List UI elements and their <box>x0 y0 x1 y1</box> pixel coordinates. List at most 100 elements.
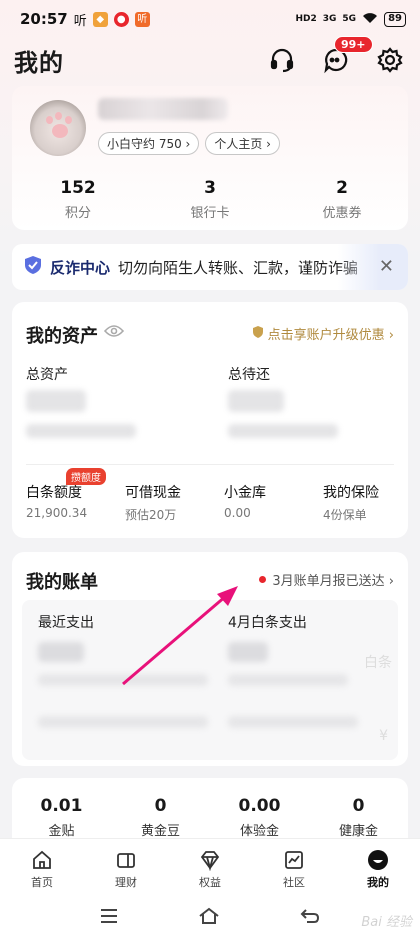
tab-wealth[interactable]: 理财 <box>84 839 168 896</box>
assets-title: 我的资产 <box>26 326 98 347</box>
reward-health-gold[interactable]: 0 健康金 <box>309 796 408 839</box>
asset-value: 21,900.34 <box>26 506 88 520</box>
stat-label: 积分 <box>64 206 91 221</box>
april-amount-blurred <box>228 642 268 662</box>
close-icon[interactable]: ✕ <box>379 256 394 277</box>
reward-subsidy[interactable]: 0.01 金贴 <box>12 796 111 839</box>
asset-item-insurance[interactable]: 我的保险 4份保单 <box>309 482 408 523</box>
asset-name: 小金库 <box>224 485 266 501</box>
rewards-card: 0.01 金贴 0 黄金豆 0.00 体验金 0 健康金 <box>12 778 408 842</box>
reward-label: 金贴 <box>48 824 75 839</box>
asset-item-vault[interactable]: 小金库 0.00 <box>210 482 309 523</box>
boost-credit-tag: 攒额度 <box>66 468 106 485</box>
chart-icon <box>285 851 303 869</box>
due-detail-blurred <box>228 424 338 438</box>
stat-bank-cards[interactable]: 3 银行卡 <box>144 178 276 221</box>
fraud-title: 反诈中心 <box>50 258 111 277</box>
menu-icon[interactable] <box>99 908 119 928</box>
fraud-text: 切勿向陌生人转账、汇款，谨防诈骗 <box>118 258 359 277</box>
monthly-report-notice[interactable]: 3月账单月报已送达 › <box>259 570 394 589</box>
wallet-icon <box>117 853 135 868</box>
stat-label: 银行卡 <box>190 206 230 221</box>
tab-label: 我的 <box>367 876 389 889</box>
tab-benefits[interactable]: 权益 <box>168 839 252 896</box>
asset-item-cash-loan[interactable]: 可借现金 预估20万 <box>111 482 210 523</box>
signal-3g-icon: 3G <box>322 14 337 24</box>
back-icon[interactable] <box>299 907 321 929</box>
gear-icon[interactable] <box>374 44 406 76</box>
bill-row-blurred <box>38 716 208 728</box>
bills-detail-panel[interactable]: 最近支出 4月白条支出 白条 ¥ <box>22 600 398 760</box>
recent-spending-label: 最近支出 <box>38 615 94 631</box>
notice-text: 3月账单月报已送达 › <box>272 574 394 589</box>
stat-label: 优惠券 <box>322 206 362 221</box>
tab-mine[interactable]: 我的 <box>336 839 420 896</box>
watermark: Bai 经验 <box>361 915 412 930</box>
headset-icon[interactable] <box>266 44 298 76</box>
divider <box>26 464 394 465</box>
stat-value: 2 <box>336 178 348 198</box>
tab-label: 权益 <box>199 876 221 889</box>
reward-value: 0.01 <box>40 796 83 816</box>
baitiao-side-text: 白条 <box>364 655 392 671</box>
assets-detail-blurred <box>26 424 136 438</box>
reward-value: 0 <box>352 796 365 816</box>
stat-value: 3 <box>204 178 216 198</box>
bills-title: 我的账单 <box>26 572 98 593</box>
message-notification-icon: ● <box>113 11 129 27</box>
crown-shield-icon <box>252 325 264 343</box>
shield-icon <box>24 255 42 279</box>
stat-value: 152 <box>60 178 96 198</box>
yen-side-icon: ¥ <box>379 728 388 744</box>
stat-points[interactable]: 152 积分 <box>12 178 144 221</box>
recent-amount-blurred <box>38 642 84 662</box>
mini-app-label: 听 <box>73 13 87 29</box>
page-header: 我的 99+ <box>0 36 420 82</box>
tab-home[interactable]: 首页 <box>0 839 84 896</box>
home-nav-icon[interactable] <box>198 907 220 929</box>
battery-indicator: 89 <box>384 11 406 27</box>
message-icon[interactable]: 99+ <box>320 36 373 76</box>
asset-value: 4份保单 <box>323 508 367 522</box>
wifi-icon <box>362 12 378 27</box>
assets-card: 我的资产 点击享账户升级优惠 › 总资产 总待还 攒额度 白条额度 21,900… <box>12 302 408 538</box>
total-assets-blurred <box>26 390 86 412</box>
app-notification-icon-2: 听 <box>134 11 150 27</box>
home-icon <box>33 850 51 869</box>
reward-gold-beans[interactable]: 0 黄金豆 <box>111 796 210 839</box>
asset-name: 白条额度 <box>26 485 82 501</box>
april-spending-label: 4月白条支出 <box>228 615 307 631</box>
tab-community[interactable]: 社区 <box>252 839 336 896</box>
app-notification-icon: ◆ <box>92 11 108 27</box>
asset-value: 预估20万 <box>125 508 177 522</box>
upgrade-text: 点击享账户升级优惠 › <box>267 328 394 343</box>
bills-card: 我的账单 3月账单月报已送达 › 最近支出 4月白条支出 白条 ¥ <box>12 552 408 766</box>
anti-fraud-banner[interactable]: 反诈中心 切勿向陌生人转账、汇款，谨防诈骗 ✕ <box>12 244 408 290</box>
reward-label: 体验金 <box>239 824 279 839</box>
asset-item-baitiao[interactable]: 攒额度 白条额度 21,900.34 <box>12 468 111 523</box>
reward-value: 0.00 <box>238 796 281 816</box>
total-assets-label: 总资产 <box>26 367 68 383</box>
eye-icon[interactable] <box>103 323 125 342</box>
banner-decoration <box>338 244 408 290</box>
system-nav-bar <box>0 896 420 940</box>
stat-coupons[interactable]: 2 优惠券 <box>276 178 408 221</box>
april-detail-blurred <box>228 674 348 686</box>
reward-value: 0 <box>154 796 167 816</box>
upgrade-link[interactable]: 点击享账户升级优惠 › <box>252 324 394 343</box>
reward-label: 黄金豆 <box>140 824 180 839</box>
avatar[interactable] <box>30 100 86 156</box>
tab-label: 首页 <box>31 876 53 889</box>
recent-detail-blurred <box>38 674 208 686</box>
signal-5g-icon: 5G <box>342 14 357 24</box>
asset-name: 可借现金 <box>125 485 181 501</box>
status-bar: 20:57 听 ◆ ● 听 HD2 3G 5G 89 <box>0 0 420 38</box>
personal-homepage-pill[interactable]: 个人主页 › <box>205 132 280 155</box>
total-due-label: 总待还 <box>228 367 270 383</box>
profile-stats: 152 积分 3 银行卡 2 优惠券 <box>12 178 408 221</box>
credit-score-pill[interactable]: 小白守约 750 › <box>98 132 200 155</box>
status-time: 20:57 <box>20 10 68 28</box>
signal-hd-icon: HD2 <box>295 14 317 24</box>
diamond-icon <box>200 851 220 871</box>
reward-trial-gold[interactable]: 0.00 体验金 <box>210 796 309 839</box>
